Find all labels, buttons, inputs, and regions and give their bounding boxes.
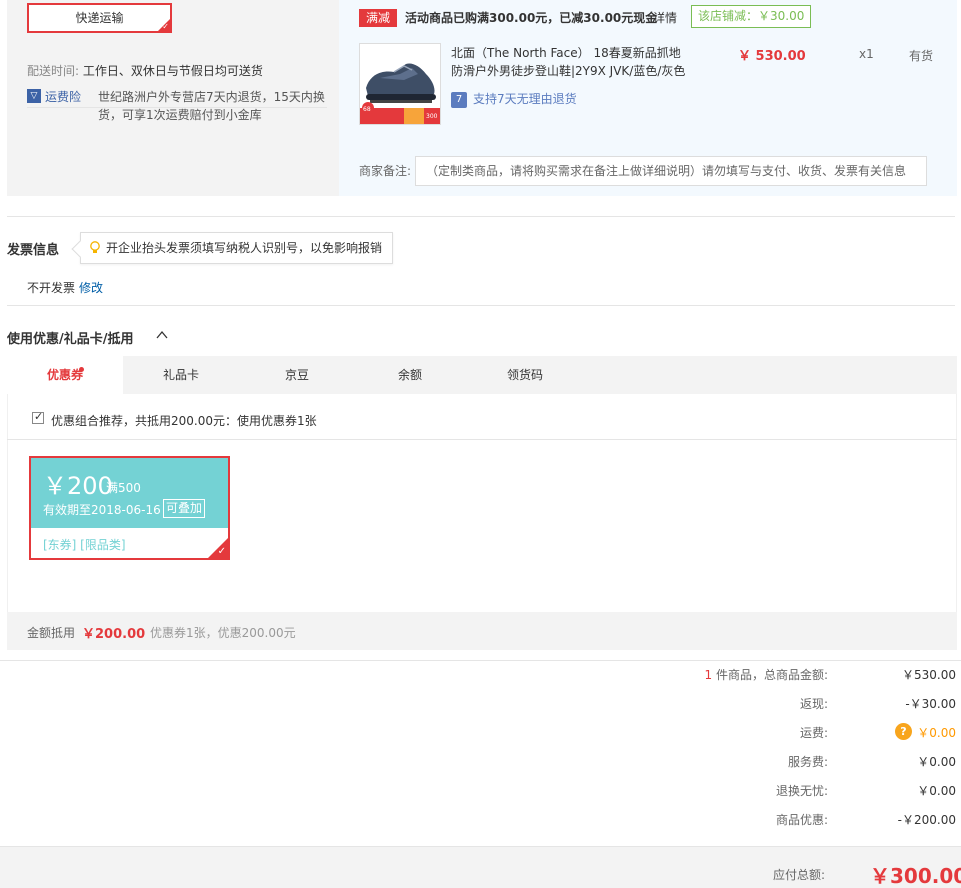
summary-value: ￥0.00 (917, 726, 956, 740)
shield-icon: ▽ (27, 89, 41, 103)
invoice-status: 不开发票 (27, 281, 76, 295)
coupon-condition: 满500 (106, 481, 141, 495)
deduction-amount: ￥200.00 (82, 627, 146, 642)
summary-value: ￥0.00 (917, 755, 956, 769)
checkmark-icon: ✓ (217, 546, 226, 557)
shipping-method-label: 快递运输 (75, 11, 124, 25)
invoice-edit-link[interactable]: 修改 (79, 279, 103, 296)
coupon-stackable-badge: 可叠加 (163, 499, 206, 518)
product-thumbnail[interactable]: 68 300 (359, 43, 441, 125)
merchant-remark-input[interactable] (415, 156, 927, 186)
summary-label: 运费: (799, 726, 828, 740)
tab-label: 礼品卡 (162, 368, 199, 382)
summary-label: 退换无忧: (775, 784, 828, 798)
product-price: ￥ 530.00 (738, 49, 806, 64)
lightbulb-icon (90, 241, 100, 253)
coupon-tags: [东券] [限品类] (43, 538, 126, 552)
seven-day-return-icon: 7 (451, 92, 467, 108)
summary-label: 1 件商品，总商品金额: (705, 666, 829, 683)
store-discount-badge: 该店铺减：￥30.00 (691, 5, 812, 28)
summary-row-product-discount: 商品优惠: -￥200.00 (560, 811, 956, 831)
summary-value: -￥200.00 (897, 813, 956, 827)
summary-row-cashback: 返现: -￥30.00 (560, 695, 956, 715)
tab-label: 优惠券 (46, 368, 83, 382)
total-value: ￥300.00 (870, 864, 961, 888)
item-count: 1 (704, 668, 713, 682)
remark-label: 商家备注: (359, 164, 412, 178)
return-policy[interactable]: 支持7天无理由退货 (473, 90, 577, 108)
deduction-detail: 优惠券1张，优惠200.00元 (150, 626, 296, 640)
combo-recommend-text: 优惠组合推荐，共抵用200.00元：使用优惠券1张 (51, 414, 317, 428)
panel-divider (7, 439, 957, 440)
summary-value: -￥30.00 (905, 697, 956, 711)
tab-label: 余额 (397, 368, 422, 382)
delivery-time-value: 工作日、双休日与节假日均可送货 (82, 64, 263, 78)
tab-coupon[interactable]: 优惠券 (7, 356, 123, 394)
invoice-section-title: 发票信息 (7, 243, 60, 258)
tab-jingdou[interactable]: 京豆 (239, 356, 355, 394)
product-name[interactable]: 北面（The North Face） 18春夏新品抓地防滑户外男徒步登山鞋|2Y… (451, 44, 691, 80)
summary-label: 商品优惠: (775, 813, 828, 827)
image-badge-text: 68 (363, 106, 371, 113)
tab-label: 京豆 (284, 368, 309, 382)
discount-tabs: 优惠券 礼品卡 京豆 余额 领货码 (7, 356, 957, 394)
checkmark-icon: ✓ (162, 22, 169, 31)
total-label: 应付总额: (773, 868, 826, 882)
image-badge-text: 300 (426, 113, 438, 120)
freight-insurance-desc: 世纪路洲户外专营店7天内退货，15天内换货，可享1次运费赔付到小金库 (98, 90, 325, 122)
tab-label: 领货码 (506, 368, 543, 382)
shoe-image: 68 300 (360, 44, 440, 124)
summary-label: 服务费: (787, 755, 828, 769)
chevron-up-icon[interactable] (156, 329, 168, 341)
product-stock: 有货 (909, 49, 934, 63)
section-divider (7, 216, 955, 217)
promo-tag: 满减 (359, 9, 397, 27)
delivery-time: 配送时间: 工作日、双休日与节假日均可送货 (27, 62, 263, 79)
delivery-time-label: 配送时间: (27, 64, 80, 78)
coupon-amount: ￥200 (43, 472, 113, 500)
new-dot-icon (79, 367, 84, 372)
section-divider (0, 660, 961, 661)
question-icon[interactable]: ? (895, 723, 912, 740)
tab-balance[interactable]: 余额 (352, 356, 468, 394)
summary-row-return-guarantee: 退换无忧: ￥0.00 (560, 782, 956, 802)
tooltip-arrow (71, 240, 89, 258)
tab-pickup-code[interactable]: 领货码 (467, 356, 583, 394)
freight-insurance-label[interactable]: 运费险 (45, 88, 81, 105)
tab-gift-card[interactable]: 礼品卡 (123, 356, 239, 394)
product-quantity: x1 (859, 47, 874, 61)
summary-label: 返现: (799, 697, 828, 711)
deduction-label: 金额抵用 (27, 626, 76, 640)
item-count-suffix: 件商品，总商品金额: (712, 668, 828, 682)
coupon-card[interactable]: ￥200 满500 有效期至2018-06-16 可叠加 [东券] [限品类] … (29, 456, 230, 560)
invoice-tip-text: 开企业抬头发票须填写纳税人识别号，以免影响报销 (106, 241, 383, 255)
invoice-tip: 开企业抬头发票须填写纳税人识别号，以免影响报销 (71, 232, 394, 264)
summary-row-subtotal: 1 件商品，总商品金额: ￥530.00 (560, 666, 957, 686)
promo-detail-link[interactable]: 详情 (653, 9, 677, 27)
coupon-header: ￥200 满500 有效期至2018-06-16 可叠加 (31, 458, 228, 528)
summary-row-shipping: 运费: ? ￥0.00 (560, 723, 956, 744)
combo-recommend-checkbox[interactable]: ✓ (32, 410, 44, 424)
summary-value: ￥530.00 (902, 668, 956, 682)
checkmark-icon: ✓ (34, 410, 44, 423)
section-divider (7, 305, 955, 306)
coupon-validity: 有效期至2018-06-16 (43, 503, 161, 517)
discounts-section-title[interactable]: 使用优惠/礼品卡/抵用 (7, 328, 134, 347)
express-shipping-button[interactable]: 快递运输 ✓ (27, 3, 172, 33)
summary-row-service-fee: 服务费: ￥0.00 (560, 753, 956, 773)
summary-value: ￥0.00 (917, 784, 956, 798)
promo-text: 活动商品已购满300.00元，已减30.00元现金 (405, 11, 658, 25)
